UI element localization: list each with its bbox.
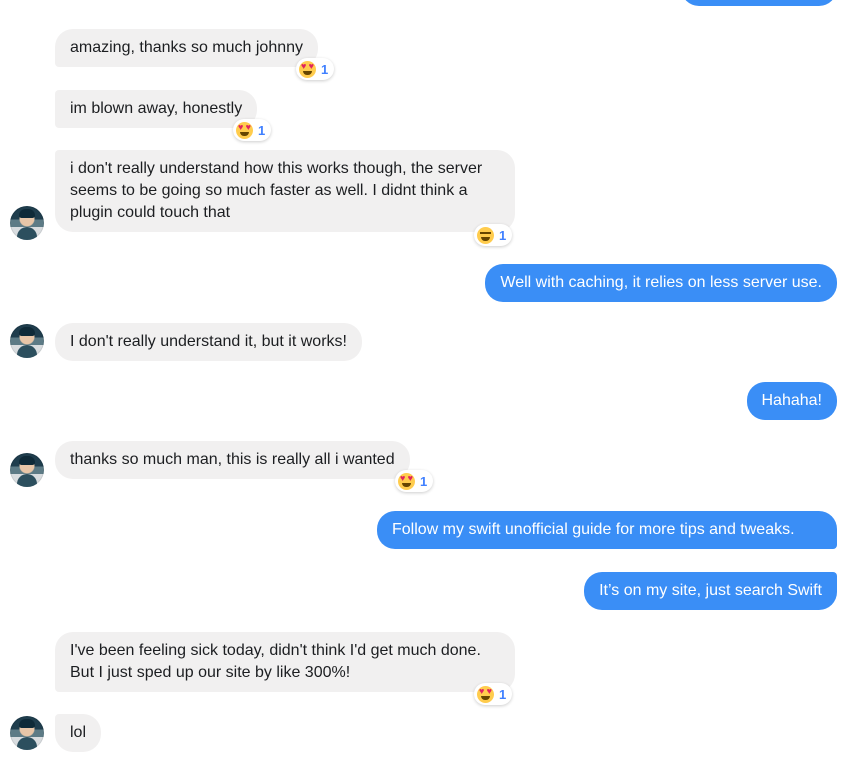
- incoming-message-bubble[interactable]: amazing, thanks so much johnny: [55, 29, 319, 67]
- contact-avatar[interactable]: [10, 716, 44, 750]
- contact-avatar[interactable]: [10, 206, 44, 240]
- contact-avatar[interactable]: [10, 324, 44, 358]
- contact-avatar[interactable]: [10, 453, 44, 487]
- outgoing-message-bubble[interactable]: Hahaha!: [746, 382, 837, 420]
- reaction-count: 1: [499, 686, 507, 702]
- incoming-message-bubble[interactable]: lol: [55, 714, 102, 752]
- reaction-count: 1: [499, 227, 507, 243]
- message-reaction[interactable]: 1: [233, 119, 272, 141]
- reaction-count: 1: [420, 473, 428, 489]
- incoming-message-bubble[interactable]: im blown away, honestly: [55, 90, 258, 128]
- incoming-message-bubble[interactable]: I've been feeling sick today, didn't thi…: [55, 632, 515, 692]
- heart-eyes-emoji-icon: [299, 60, 316, 78]
- reaction-count: 1: [321, 61, 329, 77]
- outgoing-message-bubble-partial[interactable]: [681, 0, 837, 6]
- laughing-emoji-icon: [477, 226, 494, 244]
- incoming-message-bubble[interactable]: I don't really understand it, but it wor…: [55, 323, 362, 361]
- incoming-message-bubble[interactable]: i don't really understand how this works…: [55, 150, 515, 232]
- heart-eyes-emoji-icon: [236, 121, 253, 139]
- message-reaction[interactable]: 1: [474, 683, 513, 705]
- outgoing-message-bubble[interactable]: Well with caching, it relies on less ser…: [485, 264, 837, 302]
- message-reaction[interactable]: 1: [474, 224, 513, 246]
- message-reaction[interactable]: 1: [395, 470, 434, 492]
- heart-eyes-emoji-icon: [477, 685, 494, 703]
- outgoing-message-bubble[interactable]: Follow my swift unofficial guide for mor…: [377, 511, 837, 549]
- reaction-count: 1: [258, 122, 266, 138]
- incoming-message-bubble[interactable]: thanks so much man, this is really all i…: [55, 441, 410, 479]
- outgoing-message-bubble[interactable]: It’s on my site, just search Swift: [584, 572, 837, 610]
- message-reaction[interactable]: 1: [296, 58, 335, 80]
- heart-eyes-emoji-icon: [398, 472, 415, 490]
